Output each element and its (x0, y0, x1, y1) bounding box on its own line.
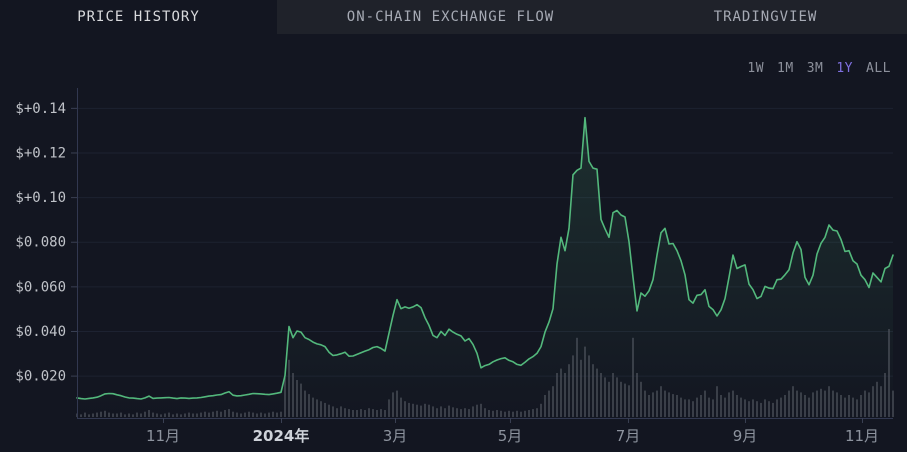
x-axis-label: 3月 (383, 427, 408, 445)
x-axis-label: 5月 (498, 427, 523, 445)
range-1y[interactable]: 1Y (836, 61, 853, 76)
range-all[interactable]: ALL (866, 61, 891, 76)
tab-on-chain-exchange-flow[interactable]: ON-CHAIN EXCHANGE FLOW (277, 0, 624, 34)
tab-bar: PRICE HISTORY ON-CHAIN EXCHANGE FLOW TRA… (0, 0, 907, 34)
tab-tradingview[interactable]: TRADINGVIEW (624, 0, 907, 34)
y-axis-label: $0.080 (15, 235, 66, 251)
range-3m[interactable]: 3M (807, 61, 824, 76)
tab-tradingview-label: TRADINGVIEW (713, 9, 818, 25)
x-axis-label: 7月 (616, 427, 641, 445)
x-axis-label: 9月 (733, 427, 758, 445)
range-1m[interactable]: 1M (777, 61, 794, 76)
y-axis-label: $+0.12 (15, 145, 66, 161)
price-area (77, 117, 893, 417)
tab-on-chain-exchange-flow-label: ON-CHAIN EXCHANGE FLOW (346, 9, 555, 25)
x-axis-label: 11月 (845, 427, 879, 445)
y-axis-label: $+0.10 (15, 190, 66, 206)
y-axis-label: $+0.14 (15, 101, 66, 117)
y-axis-label: $0.020 (15, 369, 66, 385)
tab-price-history-label: PRICE HISTORY (77, 9, 200, 25)
tab-price-history[interactable]: PRICE HISTORY (0, 0, 277, 34)
x-axis-label: 2024年 (253, 427, 310, 445)
y-axis-label: $0.060 (15, 279, 66, 295)
x-axis-label: 11月 (146, 427, 180, 445)
range-selector: 1W 1M 3M 1Y ALL (747, 61, 891, 76)
y-axis-label: $0.040 (15, 324, 66, 340)
range-1w[interactable]: 1W (747, 61, 764, 76)
